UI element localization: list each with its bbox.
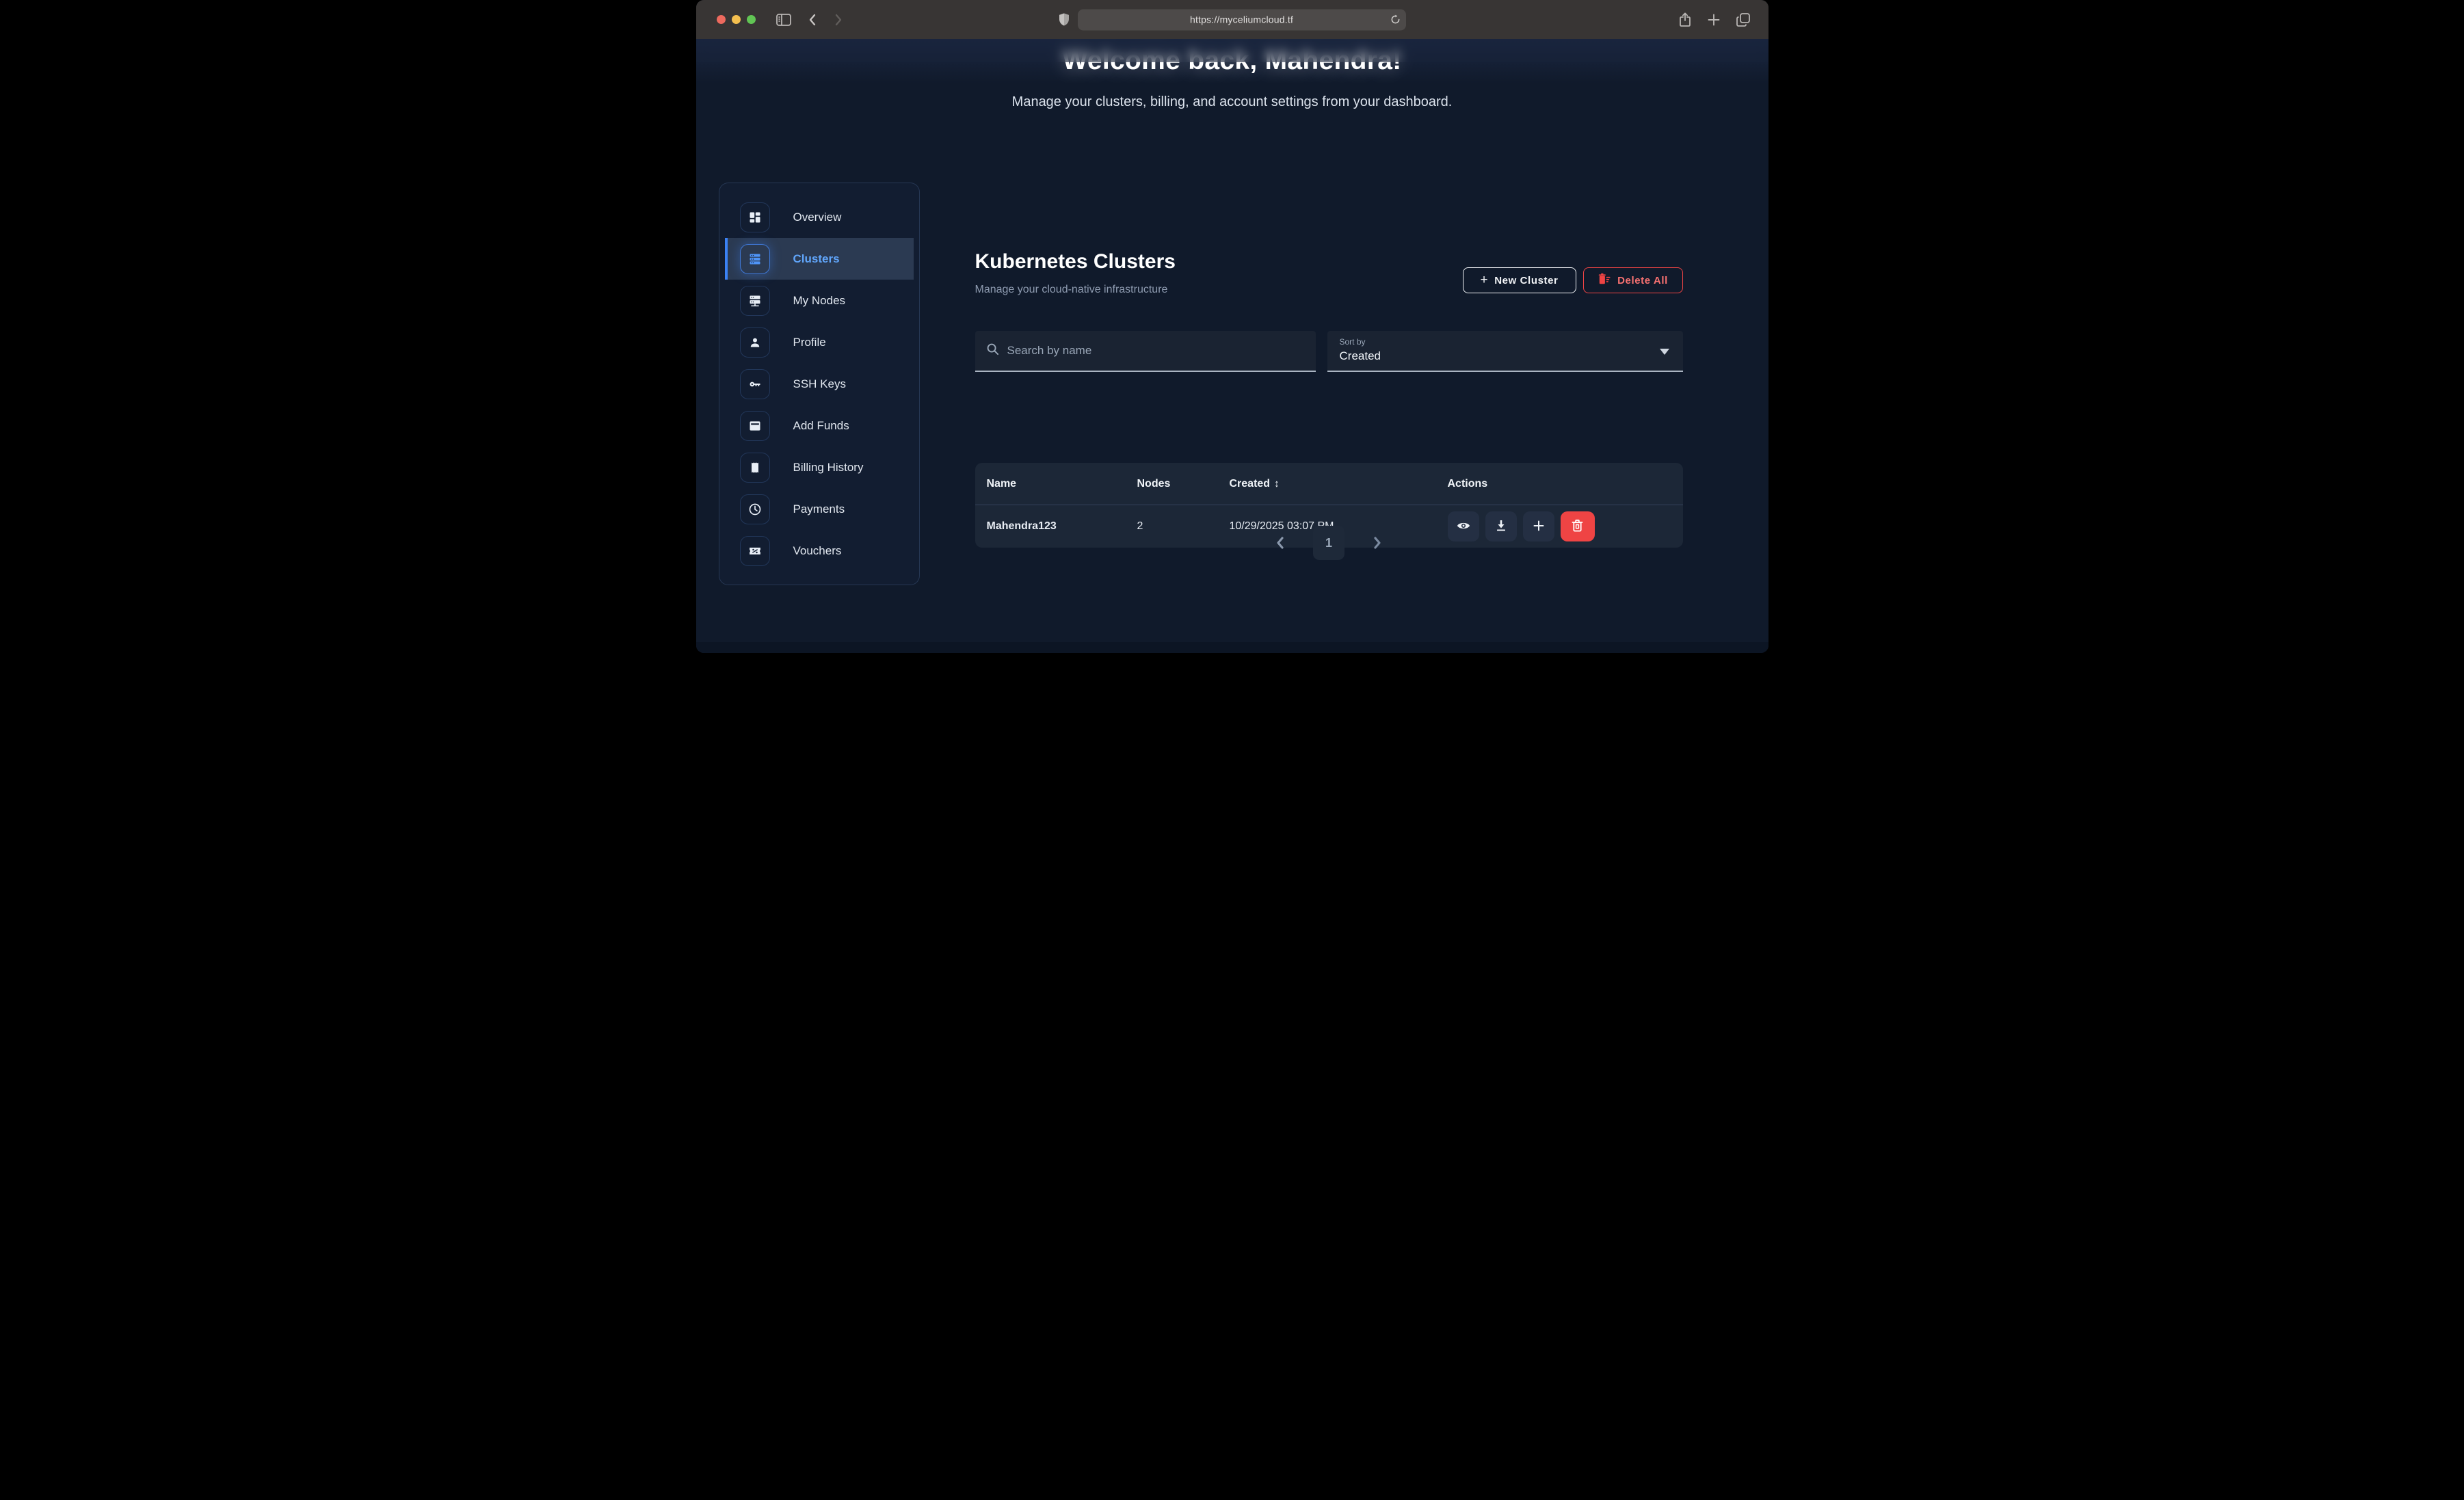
- panel-heading: Kubernetes Clusters Manage your cloud-na…: [975, 250, 1176, 296]
- close-window-button[interactable]: [717, 15, 726, 24]
- delete-all-button[interactable]: Delete All: [1583, 267, 1683, 293]
- url-text: https://myceliumcloud.tf: [1190, 14, 1293, 25]
- sidebar-item-profile[interactable]: Profile: [725, 321, 914, 363]
- chevron-down-icon: [1660, 349, 1669, 355]
- sidebar-item-label: SSH Keys: [793, 377, 846, 391]
- page-title: Kubernetes Clusters: [975, 250, 1176, 273]
- back-icon[interactable]: [808, 13, 817, 27]
- screenshot-stage: https://myceliumcloud.tf: [696, 0, 1768, 653]
- sort-arrows-icon: ↕: [1274, 478, 1280, 490]
- sidebar-item-ssh-keys[interactable]: SSH Keys: [725, 363, 914, 405]
- welcome-subtitle: Manage your clusters, billing, and accou…: [696, 94, 1768, 110]
- sidebar-item-label: Billing History: [793, 461, 864, 474]
- minimize-window-button[interactable]: [732, 15, 741, 24]
- sort-value: Created: [1340, 349, 1671, 363]
- search-icon: [986, 343, 999, 359]
- sidebar-item-my-nodes[interactable]: My Nodes: [725, 280, 914, 321]
- sticky-navbar-overlay: [696, 39, 1768, 62]
- sort-select[interactable]: Sort by Created: [1327, 331, 1683, 372]
- sidebar-item-overview[interactable]: Overview: [725, 196, 914, 238]
- plus-icon: +: [1481, 273, 1489, 288]
- sidebar-item-label: My Nodes: [793, 294, 846, 308]
- dashboard-page: Welcome back, Mahendra! Manage your clus…: [696, 39, 1768, 653]
- voucher-icon: [740, 536, 770, 566]
- trash-sweep-icon: [1598, 273, 1611, 288]
- sort-label: Sort by: [1340, 337, 1671, 347]
- pagination: 1: [975, 524, 1683, 562]
- key-icon: [740, 369, 770, 399]
- column-header-nodes: Nodes: [1137, 478, 1230, 490]
- site-footer-band: [696, 642, 1768, 653]
- profile-icon: [740, 327, 770, 358]
- sidebar-item-label: Payments: [793, 503, 845, 516]
- clusters-panel: Kubernetes Clusters Manage your cloud-na…: [975, 250, 1683, 653]
- column-header-name: Name: [987, 478, 1137, 490]
- sidebar-toggle-icon[interactable]: [776, 14, 791, 26]
- browser-window: https://myceliumcloud.tf: [696, 0, 1768, 653]
- page-subtitle: Manage your cloud-native infrastructure: [975, 284, 1176, 296]
- search-input[interactable]: [1007, 344, 1305, 358]
- clock-icon: [740, 494, 770, 524]
- next-page-icon[interactable]: [1372, 535, 1383, 550]
- nav-controls: [776, 13, 843, 27]
- share-icon[interactable]: [1678, 12, 1692, 27]
- clusters-icon: [740, 244, 770, 274]
- table-header-row: Name Nodes Created↕ Actions: [975, 463, 1683, 505]
- sidebar-item-label: Add Funds: [793, 419, 849, 433]
- new-cluster-label: New Cluster: [1494, 275, 1558, 286]
- sidebar-item-billing-history[interactable]: Billing History: [725, 446, 914, 488]
- sidebar-item-payments[interactable]: Payments: [725, 488, 914, 530]
- column-header-actions: Actions: [1448, 478, 1671, 490]
- browser-toolbar: https://myceliumcloud.tf: [696, 0, 1768, 39]
- tab-overview-icon[interactable]: [1736, 12, 1751, 27]
- sidebar-item-label: Vouchers: [793, 544, 842, 558]
- window-controls: [717, 15, 756, 24]
- current-page-indicator[interactable]: 1: [1313, 526, 1344, 560]
- receipt-icon: [740, 453, 770, 483]
- previous-page-icon[interactable]: [1275, 535, 1286, 550]
- forward-icon[interactable]: [834, 13, 843, 27]
- delete-all-label: Delete All: [1617, 275, 1668, 286]
- sidebar-item-label: Profile: [793, 336, 826, 349]
- new-tab-icon[interactable]: [1707, 13, 1721, 27]
- sidebar-item-label: Clusters: [793, 252, 840, 266]
- nodes-icon: [740, 286, 770, 316]
- column-header-created[interactable]: Created↕: [1230, 478, 1448, 490]
- dashboard-icon: [740, 202, 770, 232]
- sidebar-item-label: Overview: [793, 211, 842, 224]
- address-bar[interactable]: https://myceliumcloud.tf: [1078, 9, 1406, 30]
- reload-icon[interactable]: [1390, 14, 1401, 25]
- search-field[interactable]: [975, 331, 1316, 372]
- sidebar-item-clusters[interactable]: Clusters: [725, 238, 914, 280]
- sidebar-item-vouchers[interactable]: Vouchers: [725, 530, 914, 572]
- toolbar-right: [1678, 12, 1751, 27]
- new-cluster-button[interactable]: + New Cluster: [1463, 267, 1576, 293]
- sidebar: Overview Clusters: [719, 183, 920, 585]
- sidebar-item-add-funds[interactable]: Add Funds: [725, 405, 914, 446]
- wallet-icon: [740, 411, 770, 441]
- privacy-shield-icon[interactable]: [1059, 13, 1070, 27]
- zoom-window-button[interactable]: [747, 15, 756, 24]
